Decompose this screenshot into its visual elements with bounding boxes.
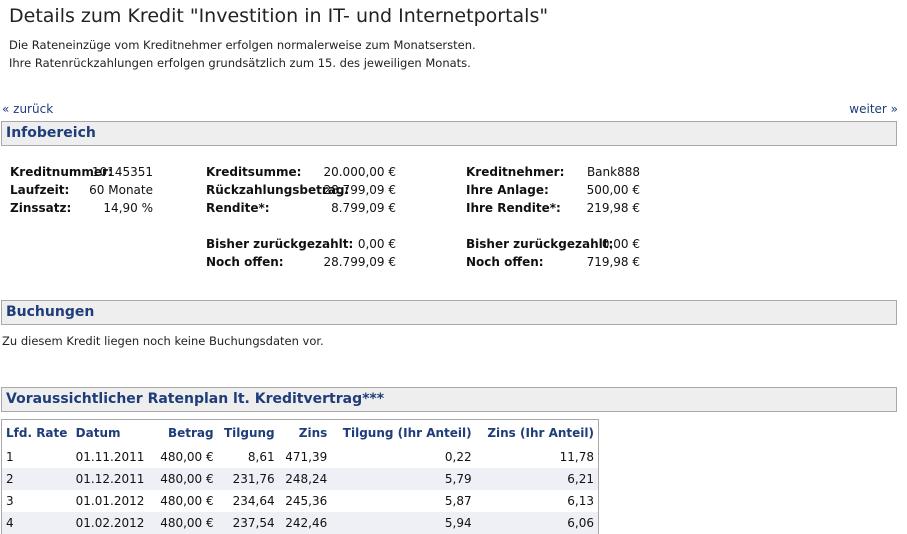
laufzeit-value: 60 Monate [89, 183, 153, 197]
cell-zins-anteil: 6,21 [475, 468, 599, 490]
bisher-zurueckgezahlt-value: 0,00 € [357, 237, 396, 251]
cell-zins-anteil: 6,13 [567, 494, 594, 508]
col-tilgung-anteil: Tilgung (Ihr Anteil) [342, 426, 472, 440]
table-row: 1 01.11.2011 480,00 € 8,61 471,39 0,22 1… [2, 446, 599, 468]
table-header-row: Lfd. Rate Datum Betrag Tilgung Zins Tilg… [2, 420, 599, 447]
cell-zins: 242,46 [278, 512, 332, 534]
buchungen-header: Buchungen [1, 300, 897, 325]
cell-tilgung: 231,76 [217, 468, 279, 490]
rendite-label: Rendite*: [206, 201, 270, 215]
cell-zins-anteil: 6,06 [475, 512, 599, 534]
cell-betrag: 480,00 € [160, 494, 214, 508]
cell-tilgung-anteil: 5,79 [331, 468, 476, 490]
cell-datum: 01.11.2011 [75, 450, 145, 464]
cell-betrag: 480,00 € [152, 468, 218, 490]
cell-rate: 4 [1, 512, 72, 534]
table-row: 4 01.02.2012 480,00 € 237,54 242,46 5,94… [1, 512, 599, 534]
rueckzahlungsbetrag-value: 28.799,09 € [323, 183, 396, 197]
ratenplan-table: Lfd. Rate Datum Betrag Tilgung Zins Tilg… [1, 419, 599, 534]
ihre-anlage-label: Ihre Anlage: [466, 183, 549, 197]
rendite-value: 8.799,09 € [331, 201, 396, 215]
zinssatz-value: 14,90 % [103, 201, 153, 215]
col-lfd-rate: Lfd. Rate [6, 426, 68, 440]
cell-zins-anteil: 11,78 [559, 450, 594, 464]
cell-rate: 2 [1, 468, 72, 490]
cell-tilgung-anteil: 5,94 [331, 512, 476, 534]
ratenplan-header: Voraussichtlicher Ratenplan lt. Kreditve… [1, 387, 897, 412]
ihre-rendite-value: 219,98 € [586, 201, 640, 215]
table-row: 3 01.01.2012 480,00 € 234,64 245,36 5,87… [2, 490, 599, 512]
cell-tilgung: 237,54 [217, 512, 279, 534]
noch-offen-label: Noch offen: [206, 255, 284, 269]
intro-text-rueckzahlungen: Ihre Ratenrückzahlungen erfolgen grundsä… [9, 56, 471, 70]
cell-datum: 01.01.2012 [75, 494, 145, 508]
infobereich-title: Infobereich [6, 125, 96, 141]
cell-rate: 3 [6, 494, 14, 508]
cell-datum: 01.12.2011 [71, 468, 153, 490]
cell-zins: 245,36 [285, 494, 328, 508]
cell-zins: 471,39 [285, 450, 328, 464]
buchungen-title: Buchungen [6, 304, 95, 320]
table-row: 2 01.12.2011 480,00 € 231,76 248,24 5,79… [1, 468, 599, 490]
page-title: Details zum Kredit "Investition in IT- u… [9, 5, 549, 27]
col-zins-anteil: Zins (Ihr Anteil) [487, 426, 594, 440]
kreditsumme-value: 20.000,00 € [323, 165, 396, 179]
buchungen-notice: Zu diesem Kredit liegen noch keine Buchu… [2, 334, 324, 348]
cell-tilgung: 8,61 [247, 450, 275, 464]
col-datum: Datum [75, 426, 121, 440]
noch-offen-value: 28.799,09 € [323, 255, 396, 269]
cell-tilgung-anteil: 5,87 [444, 494, 472, 508]
cell-tilgung-anteil: 0,22 [444, 450, 472, 464]
infobereich-header: Infobereich [1, 121, 897, 146]
kreditnehmer-label: Kreditnehmer: [466, 165, 565, 179]
ihre-anlage-value: 500,00 € [586, 183, 640, 197]
ihre-noch-offen-value: 719,98 € [586, 255, 640, 269]
ihre-bisher-zurueckgezahlt-value: 0,00 € [601, 237, 640, 251]
cell-datum: 01.02.2012 [71, 512, 153, 534]
kreditnehmer-value: Bank888 [586, 165, 640, 179]
ihre-noch-offen-label: Noch offen: [466, 255, 544, 269]
ihre-rendite-label: Ihre Rendite*: [466, 201, 561, 215]
col-zins: Zins [298, 426, 328, 440]
cell-betrag: 480,00 € [152, 512, 218, 534]
ratenplan-title: Voraussichtlicher Ratenplan lt. Kreditve… [6, 391, 385, 407]
cell-tilgung: 234,64 [232, 494, 275, 508]
next-link[interactable]: weiter » [849, 102, 898, 116]
col-tilgung: Tilgung [223, 426, 275, 440]
col-betrag: Betrag [167, 426, 214, 440]
cell-betrag: 480,00 € [160, 450, 214, 464]
intro-text-monatsersten: Die Rateneinzüge vom Kreditnehmer erfolg… [9, 38, 476, 52]
kreditsumme-label: Kreditsumme: [206, 165, 302, 179]
kreditnummer-value: 10145351 [91, 165, 153, 179]
cell-zins: 248,24 [278, 468, 332, 490]
back-link[interactable]: « zurück [2, 102, 53, 116]
cell-rate: 1 [6, 450, 14, 464]
